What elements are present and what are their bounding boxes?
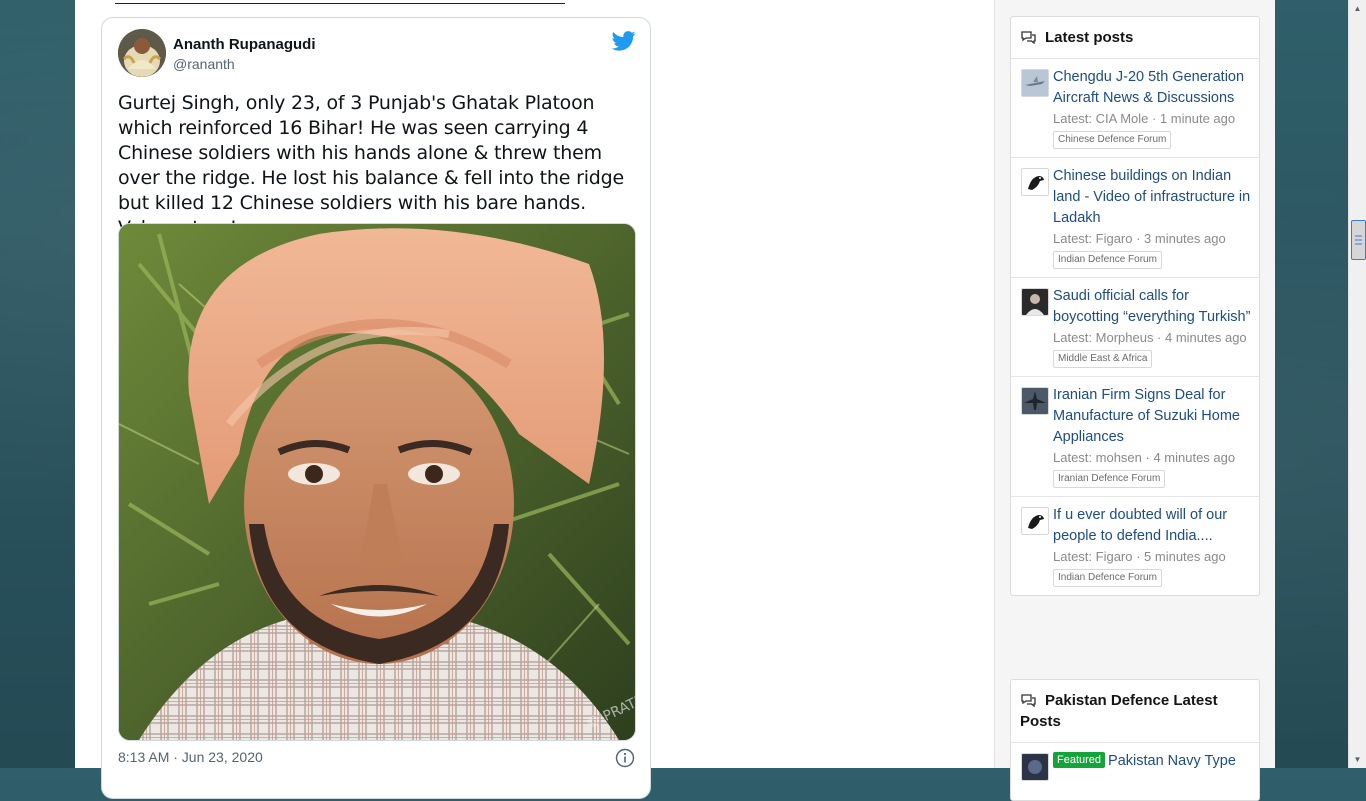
main-content: Ananth Rupanagudi @rananth Gurtej Singh,…: [75, 0, 994, 799]
tweet-photo[interactable]: © PRATH: [118, 223, 636, 741]
list-item[interactable]: Saudi official calls for boycotting “eve…: [1011, 278, 1259, 377]
scroll-up-arrow-icon[interactable]: ▲: [1349, 0, 1366, 17]
comments-icon: [1021, 694, 1036, 707]
forum-tag[interactable]: Middle East & Africa: [1053, 350, 1153, 368]
post-meta[interactable]: Latest: Morpheus · 4 minutes ago: [1053, 328, 1251, 348]
embedded-tweet[interactable]: Ananth Rupanagudi @rananth Gurtej Singh,…: [101, 17, 651, 799]
post-title-link[interactable]: Chinese buildings on Indian land - Video…: [1053, 166, 1251, 229]
page-scrollbar[interactable]: ▲ ▼: [1348, 0, 1366, 768]
list-item[interactable]: Chinese buildings on Indian land - Video…: [1011, 158, 1259, 278]
author-handle[interactable]: @rananth: [173, 56, 235, 72]
tweet-text: Gurtej Singh, only 23, of 3 Punjab's Gha…: [118, 92, 625, 239]
author-avatar[interactable]: [118, 29, 166, 77]
page-container: Ananth Rupanagudi @rananth Gurtej Singh,…: [75, 0, 1275, 801]
scrollbar-thumb[interactable]: [1351, 220, 1366, 260]
sidebar: Latest posts Chengdu J-20 5th Generation…: [995, 0, 1275, 801]
post-meta[interactable]: Latest: mohsen · 4 minutes ago: [1053, 448, 1251, 468]
latest-posts-heading: Latest posts: [1011, 17, 1259, 59]
twitter-bird-icon[interactable]: [612, 30, 636, 52]
portrait-photo-image: © PRATH: [119, 224, 635, 740]
post-meta[interactable]: Latest: Figaro · 5 minutes ago: [1053, 547, 1251, 567]
info-icon[interactable]: [615, 748, 635, 768]
latest-posts-widget: Latest posts Chengdu J-20 5th Generation…: [1010, 16, 1260, 596]
bird-avatar-icon[interactable]: [1021, 168, 1049, 196]
post-title-link[interactable]: Pakistan Navy Type: [1108, 753, 1236, 769]
forum-tag[interactable]: Indian Defence Forum: [1053, 569, 1162, 587]
post-meta[interactable]: Latest: Figaro · 3 minutes ago: [1053, 229, 1251, 249]
list-item[interactable]: Iranian Firm Signs Deal for Manufacture …: [1011, 377, 1259, 497]
person-avatar-icon[interactable]: [1021, 288, 1049, 316]
forum-tag[interactable]: Chinese Defence Forum: [1053, 131, 1172, 149]
post-title-link[interactable]: Chengdu J-20 5th Generation Aircraft New…: [1053, 67, 1251, 109]
list-item[interactable]: If u ever doubted will of our people to …: [1011, 497, 1259, 595]
forum-tag[interactable]: Iranian Defence Forum: [1053, 470, 1166, 488]
list-item[interactable]: Featured Pakistan Navy Type: [1011, 743, 1259, 781]
post-title-link[interactable]: Iranian Firm Signs Deal for Manufacture …: [1053, 385, 1251, 448]
tweet-timestamp[interactable]: 8:13 AM · Jun 23, 2020: [118, 749, 263, 765]
pakistan-posts-widget: Pakistan Defence Latest Posts Featured Pa…: [1010, 679, 1260, 801]
pakistan-posts-heading: Pakistan Defence Latest Posts: [1011, 680, 1259, 743]
author-name[interactable]: Ananth Rupanagudi: [173, 36, 316, 53]
bird-avatar-icon[interactable]: [1021, 507, 1049, 535]
post-title-link[interactable]: If u ever doubted will of our people to …: [1053, 505, 1251, 547]
scroll-down-arrow-icon[interactable]: ▼: [1349, 751, 1366, 768]
post-meta[interactable]: Latest: CIA Mole · 1 minute ago: [1053, 109, 1251, 129]
fighter-jet-avatar-icon[interactable]: [1021, 387, 1049, 415]
forum-tag[interactable]: Indian Defence Forum: [1053, 251, 1162, 269]
jet-thumbnail-icon[interactable]: [1021, 69, 1049, 97]
latest-posts-title: Latest posts: [1045, 29, 1134, 46]
post-title-link[interactable]: Saudi official calls for boycotting “eve…: [1053, 286, 1251, 328]
post-thumbnail-icon[interactable]: [1021, 753, 1049, 781]
pakistan-posts-title: Pakistan Defence Latest Posts: [1020, 692, 1218, 730]
list-item[interactable]: Chengdu J-20 5th Generation Aircraft New…: [1011, 59, 1259, 158]
cut-off-link-text[interactable]: [115, 0, 565, 4]
featured-badge: Featured: [1053, 752, 1106, 768]
comments-icon: [1021, 31, 1036, 44]
